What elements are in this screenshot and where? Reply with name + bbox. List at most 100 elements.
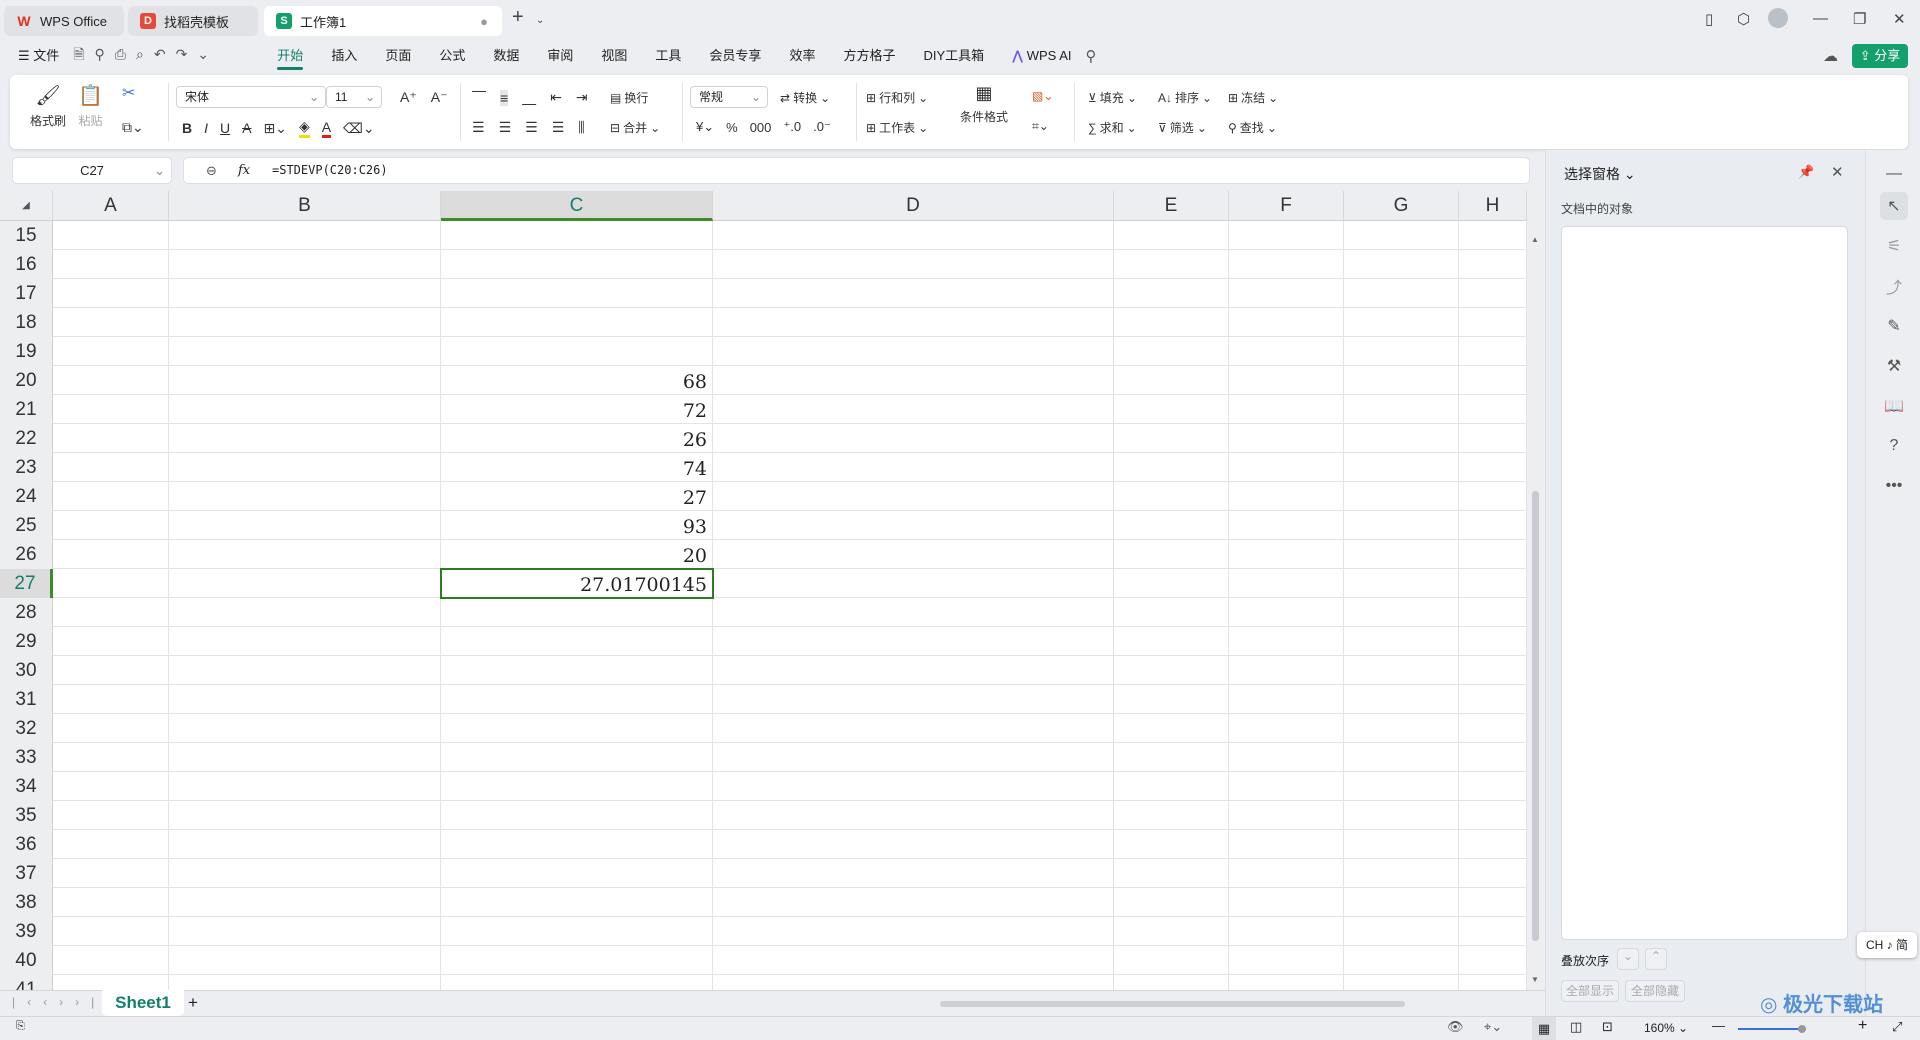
- search-icon[interactable]: ⚲: [1086, 47, 1097, 65]
- font-size-select[interactable]: 11 ⌄: [326, 86, 382, 108]
- window-layout-icon[interactable]: ▯: [1705, 10, 1713, 28]
- add-sheet-button[interactable]: +: [188, 993, 198, 1013]
- hide-all-button[interactable]: 全部隐藏: [1625, 980, 1685, 1002]
- row-header[interactable]: 35: [0, 801, 53, 830]
- page-break-view-icon[interactable]: ◫: [1570, 1019, 1582, 1035]
- zoom-in-button[interactable]: +: [1858, 1017, 1867, 1035]
- row-header[interactable]: 33: [0, 743, 53, 772]
- cell-C20[interactable]: 68: [441, 366, 713, 395]
- menu-page[interactable]: 页面: [371, 40, 425, 72]
- comment-icon[interactable]: ☁: [1823, 47, 1838, 65]
- tools-icon[interactable]: ⚒: [1880, 352, 1908, 380]
- rows-cols-button[interactable]: ⊞ 行和列 ⌄: [866, 89, 928, 106]
- row-header[interactable]: 20: [0, 366, 53, 395]
- convert-button[interactable]: ⇄ 转换 ⌄: [780, 89, 830, 106]
- format-painter-button[interactable]: 🖌 格式刷: [30, 83, 66, 129]
- sort-button[interactable]: A↓ 排序 ⌄: [1158, 89, 1212, 106]
- cell-C24[interactable]: 27: [441, 482, 713, 511]
- copy-button[interactable]: ⧉⌄: [122, 119, 144, 136]
- share-button[interactable]: ⇪ 分享: [1852, 44, 1908, 68]
- fx-button[interactable]: fx: [238, 158, 250, 183]
- menu-diy[interactable]: DIY工具箱: [909, 40, 998, 72]
- sum-button[interactable]: ∑ 求和 ⌄: [1088, 119, 1137, 136]
- filter-button[interactable]: ⊽ 筛选 ⌄: [1158, 119, 1207, 136]
- row-header[interactable]: 31: [0, 685, 53, 714]
- name-box[interactable]: C27 ⌄: [12, 157, 172, 184]
- menu-view[interactable]: 视图: [587, 40, 641, 72]
- menu-tools[interactable]: 工具: [641, 40, 695, 72]
- row-header[interactable]: 23: [0, 453, 53, 482]
- menu-ffgz[interactable]: 方方格子: [829, 40, 909, 72]
- merge-button[interactable]: ⊟ 合并 ⌄: [610, 119, 660, 136]
- horizontal-scrollbar[interactable]: [940, 1001, 1405, 1007]
- row-header[interactable]: 27: [0, 569, 53, 598]
- zoom-out-button[interactable]: —: [1712, 1018, 1725, 1033]
- font-grow-shrink[interactable]: A⁺ A⁻: [400, 89, 447, 106]
- row-header[interactable]: 41: [0, 975, 53, 990]
- eye-protect-icon[interactable]: 👁: [1447, 1019, 1464, 1035]
- fill-button[interactable]: ⊻ 填充 ⌄: [1088, 89, 1137, 106]
- column-header-B[interactable]: B: [169, 191, 441, 221]
- align-buttons-top[interactable]: ⎺ ≡ ⎽ ⇤ ⇥: [472, 89, 588, 106]
- column-header-E[interactable]: E: [1114, 191, 1229, 221]
- ime-indicator[interactable]: CH ♪ 简: [1857, 932, 1917, 958]
- spreadsheet-grid[interactable]: ◢ A B C D E F G H 15 16 17 18 19 20 68 21 72 22 26 23 74 24 27…: [0, 191, 1527, 990]
- row-header[interactable]: 22: [0, 424, 53, 453]
- file-menu[interactable]: ☰ 文件: [0, 40, 73, 72]
- row-header[interactable]: 19: [0, 337, 53, 366]
- help-icon[interactable]: ?: [1880, 432, 1908, 460]
- font-select[interactable]: 宋体 ⌄: [176, 86, 326, 108]
- freeze-button[interactable]: ⊞ 冻结 ⌄: [1228, 89, 1278, 106]
- pane-title[interactable]: 选择窗格 ⌄: [1564, 164, 1636, 184]
- book-search-icon[interactable]: 📖: [1880, 392, 1908, 420]
- macro-icon[interactable]: ⎘: [16, 1020, 25, 1033]
- row-header[interactable]: 37: [0, 859, 53, 888]
- wrap-button[interactable]: ▤ 换行: [610, 89, 648, 106]
- tab-wps-office[interactable]: W WPS Office: [4, 6, 124, 36]
- row-header[interactable]: 30: [0, 656, 53, 685]
- wps-ai-button[interactable]: ⋀ WPS AI: [998, 40, 1085, 72]
- objects-list[interactable]: [1561, 226, 1848, 940]
- cell-C22[interactable]: 26: [441, 424, 713, 453]
- cut-button[interactable]: ✂: [122, 83, 135, 103]
- column-header-C[interactable]: C: [441, 191, 713, 221]
- zoom-slider[interactable]: [1738, 1028, 1800, 1030]
- number-format-select[interactable]: 常规 ⌄: [690, 86, 768, 108]
- menu-insert[interactable]: 插入: [317, 40, 371, 72]
- avatar[interactable]: [1768, 8, 1788, 28]
- scroll-thumb[interactable]: [1532, 491, 1539, 941]
- font-style-buttons[interactable]: B I U A ⊞⌄ ◈ A ⌫⌄: [182, 118, 375, 138]
- tab-template[interactable]: D 找稻壳模板: [128, 6, 258, 36]
- row-header[interactable]: 40: [0, 946, 53, 975]
- move-down-button[interactable]: ⌄: [1617, 948, 1639, 970]
- select-pointer-icon[interactable]: ↖: [1880, 192, 1908, 220]
- row-header[interactable]: 29: [0, 627, 53, 656]
- select-all-corner[interactable]: ◢: [0, 191, 53, 221]
- menu-data[interactable]: 数据: [479, 40, 533, 72]
- fullscreen-icon[interactable]: ⤢: [1892, 1019, 1902, 1035]
- row-header[interactable]: 39: [0, 917, 53, 946]
- menu-formula[interactable]: 公式: [425, 40, 479, 72]
- row-header[interactable]: 32: [0, 714, 53, 743]
- transform-icon[interactable]: ⤴: [1880, 272, 1908, 300]
- new-tab-button[interactable]: +: [512, 6, 524, 29]
- cell-C21[interactable]: 72: [441, 395, 713, 424]
- cell-C23[interactable]: 74: [441, 453, 713, 482]
- close-button[interactable]: ✕: [1893, 10, 1906, 28]
- close-pane-icon[interactable]: ✕: [1831, 163, 1844, 181]
- row-header[interactable]: 18: [0, 308, 53, 337]
- menu-review[interactable]: 审阅: [533, 40, 587, 72]
- restore-button[interactable]: ❐: [1853, 10, 1866, 28]
- row-header[interactable]: 34: [0, 772, 53, 801]
- sheet-nav-buttons[interactable]: |‹‹››|: [12, 995, 106, 1009]
- row-header[interactable]: 24: [0, 482, 53, 511]
- column-header-F[interactable]: F: [1229, 191, 1344, 221]
- row-header[interactable]: 17: [0, 279, 53, 308]
- row-header[interactable]: 26: [0, 540, 53, 569]
- cell-style-button[interactable]: ▧⌄: [1032, 89, 1053, 103]
- adjust-icon[interactable]: ⚟: [1880, 232, 1908, 260]
- show-all-button[interactable]: 全部显示: [1561, 980, 1619, 1002]
- quick-access-icons[interactable]: 🗎⚲⎙⌕↶↷⌄: [73, 44, 263, 68]
- formula-input[interactable]: =STDEVP(C20:C26): [272, 158, 388, 183]
- conditional-format-button[interactable]: ▦ 条件格式: [960, 83, 1008, 125]
